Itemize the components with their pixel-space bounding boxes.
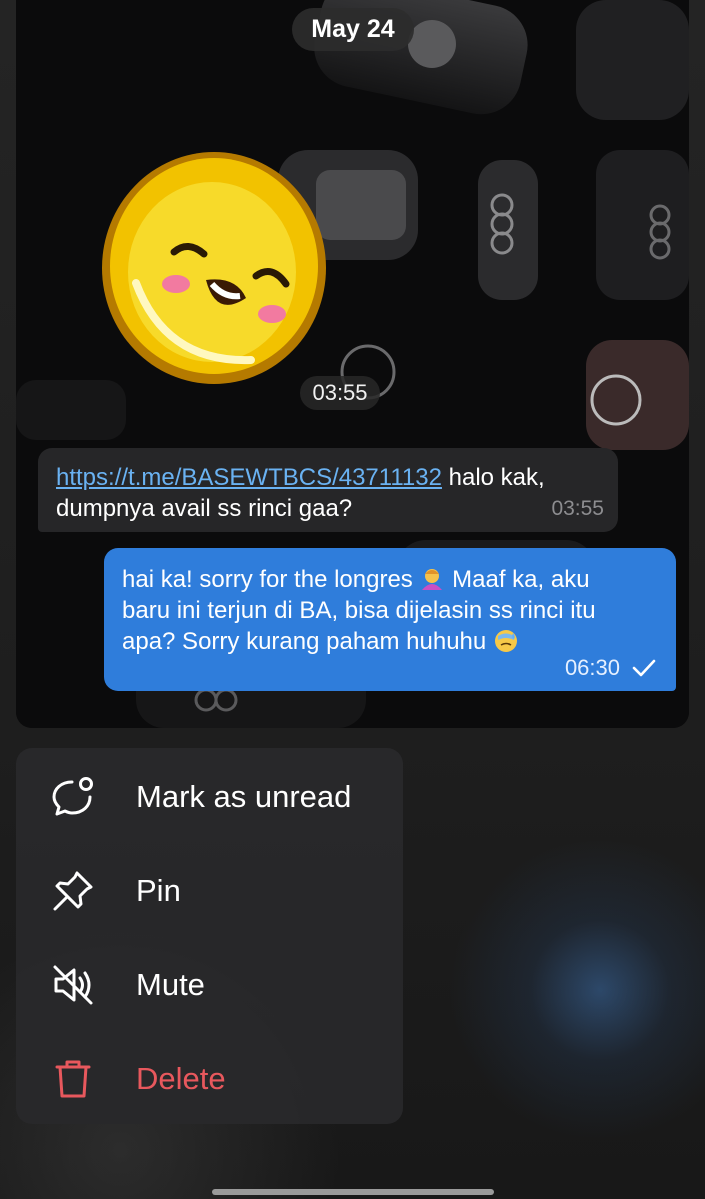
date-separator: May 24 <box>292 8 414 51</box>
smiling-coin-sticker[interactable] <box>96 148 336 388</box>
outgoing-message[interactable]: hai ka! sorry for the longres Maaf ka, a… <box>104 548 676 691</box>
incoming-timestamp: 03:55 <box>551 497 604 520</box>
outgoing-timestamp: 06:30 <box>564 655 620 680</box>
menu-item-label: Pin <box>136 873 181 908</box>
incoming-text: halo kak, <box>441 464 545 491</box>
outgoing-text-3: apa? Sorry kurang paham huhuhu <box>122 628 493 655</box>
pin-icon <box>53 871 93 911</box>
context-menu: Mark as unread Pin Mute Delete <box>16 748 403 1124</box>
outgoing-text-1a: hai ka! sorry for the longres <box>122 566 420 593</box>
outgoing-line-1: hai ka! sorry for the longres Maaf ka, a… <box>122 564 658 595</box>
chat-preview: May 24 03:55 https://t.me/BASEWTBCS/4371… <box>16 0 689 728</box>
chat-bubble-dot-icon <box>52 777 93 816</box>
incoming-message[interactable]: https://t.me/BASEWTBCS/43711132 halo kak… <box>38 448 618 532</box>
menu-item-delete[interactable]: Delete <box>16 1032 403 1126</box>
menu-item-label: Mark as unread <box>136 779 352 814</box>
message-link[interactable]: https://t.me/BASEWTBCS/43711132 <box>56 464 442 491</box>
outgoing-meta: 06:30 <box>565 652 656 683</box>
menu-item-mark-as-unread[interactable]: Mark as unread <box>16 750 403 844</box>
home-indicator[interactable] <box>212 1189 494 1195</box>
person-bowing-emoji <box>422 569 443 590</box>
menu-item-pin[interactable]: Pin <box>16 844 403 938</box>
outgoing-text-1b: Maaf ka, aku <box>445 566 590 593</box>
incoming-line-2: dumpnya avail ss rinci gaa? <box>56 495 353 522</box>
menu-item-label: Mute <box>136 967 205 1002</box>
sweat-smile-emoji <box>494 630 517 652</box>
speaker-muted-icon <box>53 965 93 1005</box>
incoming-line-1: https://t.me/BASEWTBCS/43711132 halo kak… <box>56 462 600 493</box>
sticker-timestamp: 03:55 <box>300 376 380 410</box>
menu-item-label: Delete <box>136 1061 226 1096</box>
trash-icon <box>55 1060 91 1098</box>
outgoing-line-2: baru ini terjun di BA, bisa dijelasin ss… <box>122 597 596 624</box>
menu-item-mute[interactable]: Mute <box>16 938 403 1032</box>
single-check-icon <box>632 659 656 676</box>
